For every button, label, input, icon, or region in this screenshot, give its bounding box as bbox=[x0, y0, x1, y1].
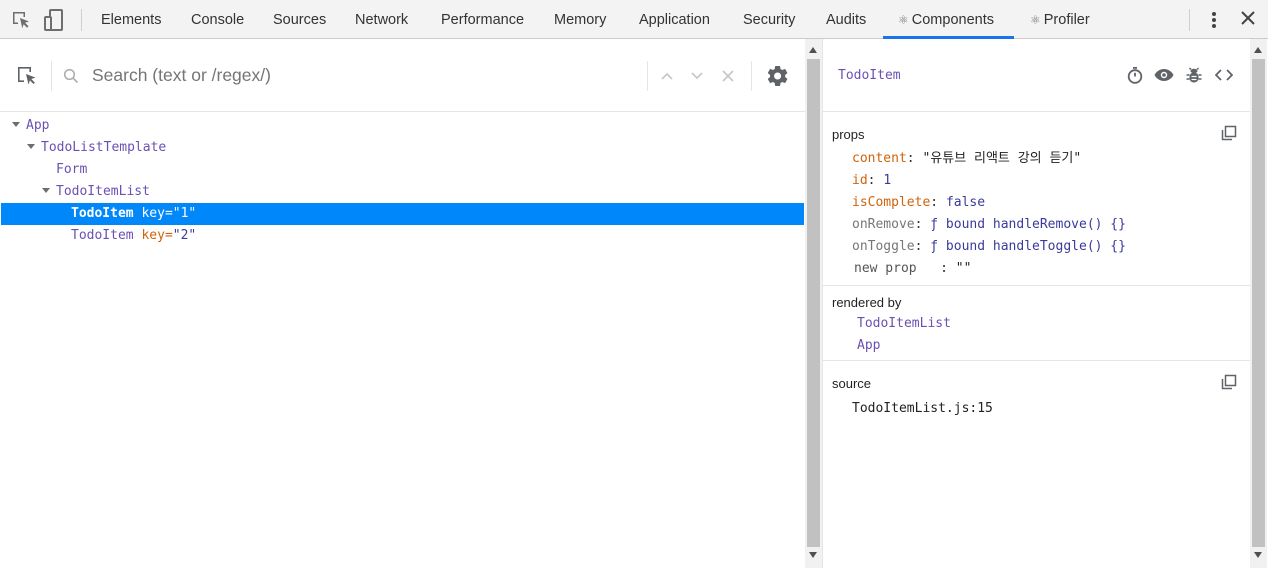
tree-row-todoitem-selected[interactable]: TodoItem key="1" bbox=[1, 203, 804, 225]
component-tree-panel: App TodoListTemplate Form TodoItemList T… bbox=[0, 39, 805, 568]
tree-row-todoitem[interactable]: TodoItem key="2" bbox=[1, 225, 804, 247]
devtools-tab-bar: Elements Console Sources Network Perform… bbox=[0, 0, 1268, 39]
prop-row[interactable]: content: "유튜브 리액트 강의 듣기" bbox=[852, 148, 1081, 170]
tab-elements[interactable]: Elements bbox=[101, 0, 161, 39]
tab-profiler[interactable]: ⚛ Profiler bbox=[1030, 0, 1090, 39]
search-icon bbox=[63, 68, 79, 84]
view-source-icon[interactable] bbox=[1214, 65, 1234, 85]
react-atom-icon: ⚛ bbox=[898, 13, 909, 27]
scrollbar-thumb[interactable] bbox=[1252, 59, 1265, 547]
copy-icon[interactable] bbox=[1221, 374, 1237, 390]
tab-console[interactable]: Console bbox=[191, 0, 244, 39]
tree-row-todolisttemplate[interactable]: TodoListTemplate bbox=[1, 137, 804, 159]
previous-result-icon[interactable] bbox=[660, 69, 674, 83]
toolbar-divider bbox=[81, 9, 82, 31]
search-divider bbox=[51, 61, 52, 91]
scroll-up-arrow-icon[interactable] bbox=[809, 47, 817, 53]
search-divider bbox=[751, 61, 752, 91]
scroll-down-arrow-icon[interactable] bbox=[809, 552, 817, 558]
new-prop-row[interactable]: new prop : "" bbox=[854, 258, 971, 280]
new-prop-key-input[interactable]: new prop bbox=[854, 261, 917, 276]
prop-row: onToggle: ƒ bound handleToggle() {} bbox=[852, 239, 1126, 254]
clear-search-icon[interactable] bbox=[721, 69, 735, 83]
tab-security[interactable]: Security bbox=[743, 0, 795, 39]
caret-down-icon[interactable] bbox=[12, 122, 20, 127]
owner-link[interactable]: App bbox=[857, 335, 880, 357]
prop-row: onRemove: ƒ bound handleRemove() {} bbox=[852, 217, 1126, 232]
selected-component-name: TodoItem bbox=[838, 68, 901, 83]
rendered-by-title: rendered by bbox=[832, 295, 902, 310]
copy-icon[interactable] bbox=[1221, 125, 1237, 141]
owner-link[interactable]: TodoItemList bbox=[857, 313, 951, 335]
props-title: props bbox=[832, 127, 865, 142]
search-divider bbox=[647, 61, 648, 91]
tree-scrollbar[interactable] bbox=[805, 39, 822, 568]
tree-row-app[interactable]: App bbox=[1, 115, 804, 137]
caret-down-icon[interactable] bbox=[27, 144, 35, 149]
search-bar bbox=[0, 39, 805, 112]
inspector-header: TodoItem bbox=[823, 39, 1251, 112]
eye-icon[interactable] bbox=[1154, 65, 1174, 85]
react-atom-icon: ⚛ bbox=[1030, 13, 1041, 27]
source-location[interactable]: TodoItemList.js:15 bbox=[852, 401, 993, 416]
inspector-scrollbar[interactable] bbox=[1250, 39, 1267, 568]
new-prop-value-input[interactable]: "" bbox=[956, 261, 972, 276]
tree-row-todoitemlist[interactable]: TodoItemList bbox=[1, 181, 804, 203]
more-options-icon[interactable] bbox=[1203, 9, 1225, 31]
toolbar-divider bbox=[1189, 9, 1190, 31]
props-section: props content: "유튜브 리액트 강의 듣기" id: 1 isC… bbox=[823, 112, 1251, 286]
inspected-element-panel: TodoItem props content: "유튜브 리액트 강의 듣기" … bbox=[822, 39, 1251, 568]
search-input[interactable] bbox=[92, 61, 632, 89]
tab-memory[interactable]: Memory bbox=[554, 0, 606, 39]
rendered-by-section: rendered by TodoItemList App bbox=[823, 286, 1251, 361]
tab-sources[interactable]: Sources bbox=[273, 0, 326, 39]
tab-network[interactable]: Network bbox=[355, 0, 408, 39]
close-devtools-icon[interactable] bbox=[1237, 9, 1259, 31]
caret-down-icon[interactable] bbox=[42, 188, 50, 193]
select-element-icon[interactable] bbox=[16, 65, 38, 87]
prop-row[interactable]: isComplete: false bbox=[852, 192, 985, 214]
tree-row-form[interactable]: Form bbox=[1, 159, 804, 181]
scrollbar-thumb[interactable] bbox=[807, 59, 820, 547]
source-title: source bbox=[832, 376, 872, 391]
scroll-down-arrow-icon[interactable] bbox=[1254, 552, 1262, 558]
inspect-element-icon[interactable] bbox=[10, 9, 32, 31]
tab-application[interactable]: Application bbox=[639, 0, 710, 39]
next-result-icon[interactable] bbox=[690, 69, 704, 83]
device-toolbar-icon[interactable] bbox=[43, 9, 65, 31]
settings-gear-icon[interactable] bbox=[767, 66, 788, 86]
tab-components[interactable]: ⚛ Components bbox=[898, 0, 994, 39]
tab-audits[interactable]: Audits bbox=[826, 0, 866, 39]
stopwatch-icon[interactable] bbox=[1125, 65, 1145, 85]
source-section: source TodoItemList.js:15 bbox=[823, 361, 1251, 441]
scroll-up-arrow-icon[interactable] bbox=[1254, 47, 1262, 53]
tab-performance[interactable]: Performance bbox=[441, 0, 524, 39]
bug-icon[interactable] bbox=[1184, 65, 1204, 85]
prop-row[interactable]: id: 1 bbox=[852, 170, 891, 192]
